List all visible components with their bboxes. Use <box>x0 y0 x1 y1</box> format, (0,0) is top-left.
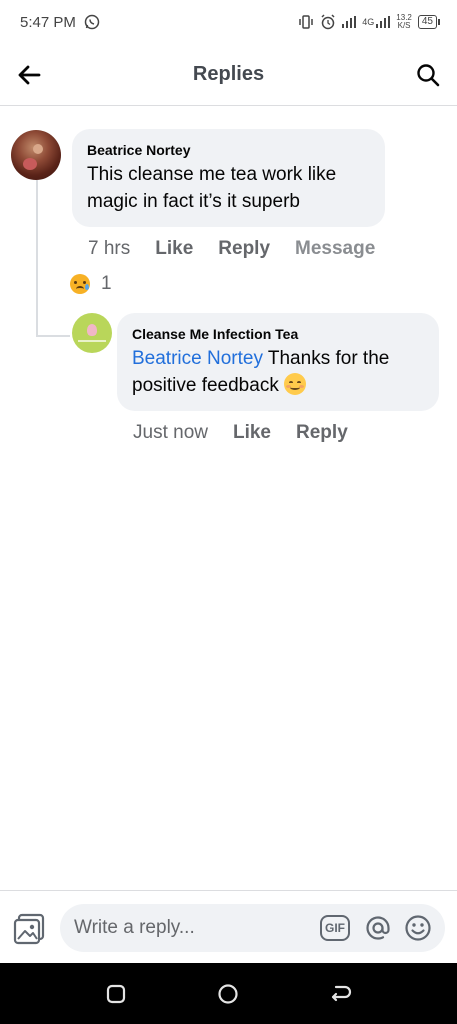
signal-4g-icon <box>376 16 391 28</box>
avatar-detail <box>23 158 37 170</box>
vibrate-icon <box>298 15 314 29</box>
recent-apps-icon <box>107 984 126 1003</box>
reply-input[interactable] <box>74 917 304 939</box>
page-title: Replies <box>192 63 265 85</box>
status-bar: 5:47 PM 4G 13.2 K/S 45 <box>0 0 457 44</box>
mention-link[interactable]: Beatrice Nortey <box>132 348 263 369</box>
network-speed: 13.2 K/S <box>396 14 412 30</box>
sad-tear-emoji-icon <box>70 274 90 294</box>
status-left: 5:47 PM <box>20 14 100 31</box>
status-time: 5:47 PM <box>20 13 76 31</box>
smiley-icon <box>405 915 431 941</box>
signal-icon <box>342 16 357 28</box>
home-button[interactable] <box>208 974 248 1014</box>
reply-field[interactable]: GIF <box>60 904 445 952</box>
reply-button[interactable]: Reply <box>296 422 348 444</box>
comment-author[interactable]: Cleanse Me Infection Tea <box>132 326 425 342</box>
home-icon <box>218 983 239 1004</box>
reaction-count: 1 <box>101 273 112 294</box>
system-nav-bar <box>0 963 457 1024</box>
alarm-icon <box>320 14 336 30</box>
gif-button[interactable]: GIF <box>320 915 350 941</box>
smiling-face-icon <box>284 373 307 395</box>
network-speed-unit: K/S <box>397 21 411 30</box>
comment-actions: Just now Like Reply <box>133 422 373 444</box>
comment-actions: 7 hrs Like Reply Message <box>88 238 400 260</box>
brand-logo-icon <box>87 324 97 336</box>
at-sign-icon <box>366 916 390 940</box>
photo-button[interactable] <box>13 913 47 945</box>
whatsapp-icon <box>84 14 100 30</box>
arrow-left-icon <box>18 65 41 85</box>
thread-connector <box>36 335 70 337</box>
comment-bubble[interactable]: Cleanse Me Infection Tea Beatrice Nortey… <box>117 313 439 411</box>
message-button[interactable]: Message <box>295 238 375 260</box>
back-button[interactable] <box>14 61 44 89</box>
search-button[interactable] <box>413 60 443 90</box>
thread-line <box>36 180 38 337</box>
recent-apps-button[interactable] <box>96 974 136 1014</box>
search-icon <box>417 64 440 87</box>
status-right: 4G 13.2 K/S 45 <box>298 14 441 30</box>
reply-button[interactable]: Reply <box>218 238 270 260</box>
emoji-button[interactable] <box>403 913 433 943</box>
comment-time[interactable]: Just now <box>133 422 208 444</box>
avatar[interactable] <box>72 313 112 353</box>
avatar-detail <box>33 144 43 154</box>
reaction-summary[interactable]: 1 <box>70 273 112 295</box>
header: Replies <box>0 44 457 106</box>
reply-composer: GIF <box>0 890 457 963</box>
brand-logo-text <box>78 340 106 342</box>
comment-bubble[interactable]: Beatrice Nortey This cleanse me tea work… <box>72 129 385 227</box>
like-button[interactable]: Like <box>233 422 271 444</box>
like-button[interactable]: Like <box>155 238 193 260</box>
comment-text: Beatrice Nortey Thanks for the positive … <box>132 345 425 399</box>
photo-icon <box>13 913 45 945</box>
comment-author[interactable]: Beatrice Nortey <box>87 142 371 158</box>
avatar[interactable] <box>11 130 61 180</box>
comment-text: This cleanse me tea work like magic in f… <box>87 164 337 212</box>
comment-time[interactable]: 7 hrs <box>88 238 130 260</box>
battery-indicator: 45 <box>417 15 441 29</box>
mention-button[interactable] <box>363 913 393 943</box>
system-back-button[interactable] <box>321 974 361 1014</box>
network-type: 4G <box>362 17 375 27</box>
back-icon <box>331 985 351 1001</box>
